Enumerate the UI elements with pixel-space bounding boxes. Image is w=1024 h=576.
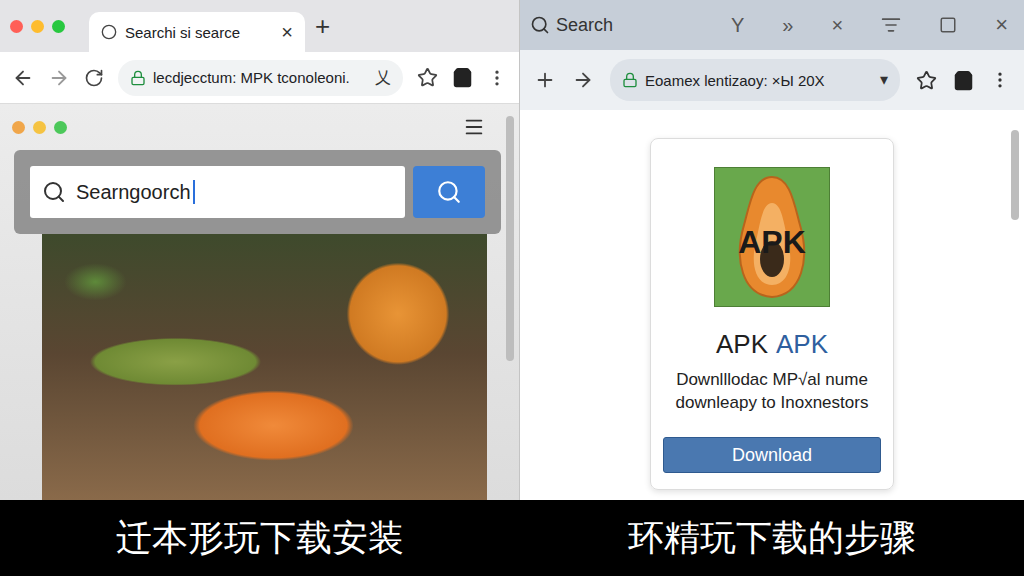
- plus-icon[interactable]: [534, 69, 556, 91]
- forward-icon[interactable]: [48, 67, 70, 89]
- hamburger-icon[interactable]: [463, 116, 485, 138]
- header-glyph[interactable]: ×: [831, 15, 843, 35]
- address-trailing[interactable]: 乂: [375, 70, 391, 86]
- page-content: Searngoorch: [0, 104, 519, 500]
- tab-close[interactable]: ×: [281, 22, 293, 42]
- scrollbar[interactable]: [506, 116, 514, 361]
- search-input[interactable]: Searngoorch: [30, 166, 405, 218]
- caption: 迁本形玩下载安装: [0, 500, 520, 576]
- star-icon[interactable]: [417, 67, 438, 88]
- app-description: Downlllodac MP√al numedownleapy to Inoxn…: [676, 368, 869, 414]
- address-text: lecdjecctum: MPK tconoleoni.: [153, 69, 368, 86]
- caption-bar: 迁本形玩下载安装环精玩下载的步骤: [0, 500, 1024, 576]
- header-glyph[interactable]: Y: [731, 15, 744, 35]
- reload-icon[interactable]: [84, 68, 104, 88]
- bag-icon[interactable]: [452, 67, 473, 88]
- caption: 环精玩下载的步骤: [520, 500, 1024, 576]
- search-icon: [436, 179, 462, 205]
- search-panel: Searngoorch: [14, 150, 501, 234]
- window-controls: [10, 20, 65, 33]
- app-icon: APK: [714, 167, 830, 307]
- tab-label: Searchi si searce: [125, 24, 273, 41]
- papaya-photo: [42, 234, 487, 500]
- search-icon: [530, 15, 550, 35]
- download-button[interactable]: Download: [663, 437, 881, 473]
- lock-icon: [622, 72, 638, 88]
- window-control[interactable]: [52, 20, 65, 33]
- browser-tab[interactable]: Searchi si searce ×: [89, 12, 305, 52]
- search-button[interactable]: [413, 166, 485, 218]
- new-tab-button[interactable]: +: [315, 13, 330, 39]
- back-icon[interactable]: [12, 67, 34, 89]
- window-control[interactable]: [54, 121, 67, 134]
- right-toolbar: Eoamex lentizaoy: ×Ы 20X ▾: [520, 50, 1024, 110]
- menu-dots-icon[interactable]: [990, 70, 1010, 90]
- header-icons: Y » × ×: [731, 14, 1008, 36]
- bag-icon[interactable]: [953, 70, 974, 91]
- filter-icon[interactable]: [881, 15, 901, 35]
- lock-icon: [130, 70, 146, 86]
- text-caret: [193, 180, 195, 204]
- address-bar[interactable]: Eoamex lentizaoy: ×Ы 20X ▾: [610, 59, 900, 101]
- menu-dots-icon[interactable]: [487, 68, 507, 88]
- left-browser: Searchi si searce × + lecdjecctum: MPK tcon…: [0, 0, 520, 500]
- right-browser: SearchY»××Eoamex lentizaoy: ×Ы 20X▾APKAP…: [520, 0, 1024, 500]
- inner-window-controls: [12, 121, 67, 134]
- search-icon: [42, 180, 66, 204]
- address-bar[interactable]: lecdjecctum: MPK tconoleoni. 乂: [118, 60, 403, 96]
- download-page: APKAPKAPKDownlllodac MP√al numedownleapy…: [520, 110, 1024, 500]
- window-control[interactable]: [33, 121, 46, 134]
- window-control[interactable]: [10, 20, 23, 33]
- app-card: APKAPKAPKDownlllodac MP√al numedownleapy…: [650, 138, 894, 490]
- right-header: Search Y » × ×: [520, 0, 1024, 50]
- address-dropdown[interactable]: ▾: [880, 72, 888, 88]
- window-control[interactable]: [31, 20, 44, 33]
- toolbar: lecdjecctum: MPK tconoleoni. 乂: [0, 52, 519, 104]
- main-area: Searchi si searce × + lecdjecctum: MPK tcon…: [0, 0, 1024, 500]
- close-button[interactable]: ×: [995, 14, 1008, 36]
- app-title: APKAPK: [716, 329, 828, 360]
- window-control[interactable]: [12, 121, 25, 134]
- header-glyph[interactable]: »: [782, 15, 793, 35]
- loading-icon: [101, 24, 117, 40]
- app-icon-text: APK: [715, 224, 829, 261]
- star-icon[interactable]: [916, 70, 937, 91]
- address-text: Eoamex lentizaoy: ×Ы 20X: [645, 72, 873, 89]
- scrollbar[interactable]: [1011, 130, 1019, 220]
- maximize-icon[interactable]: [939, 16, 957, 34]
- forward-icon[interactable]: [572, 69, 594, 91]
- tab-strip: Searchi si searce × +: [0, 0, 519, 52]
- inner-header: [0, 104, 519, 150]
- search-value: Searngoorch: [76, 181, 191, 204]
- header-search[interactable]: Search: [530, 15, 613, 36]
- page: Searchi si searce × + lecdjecctum: MPK tcon…: [0, 0, 1024, 576]
